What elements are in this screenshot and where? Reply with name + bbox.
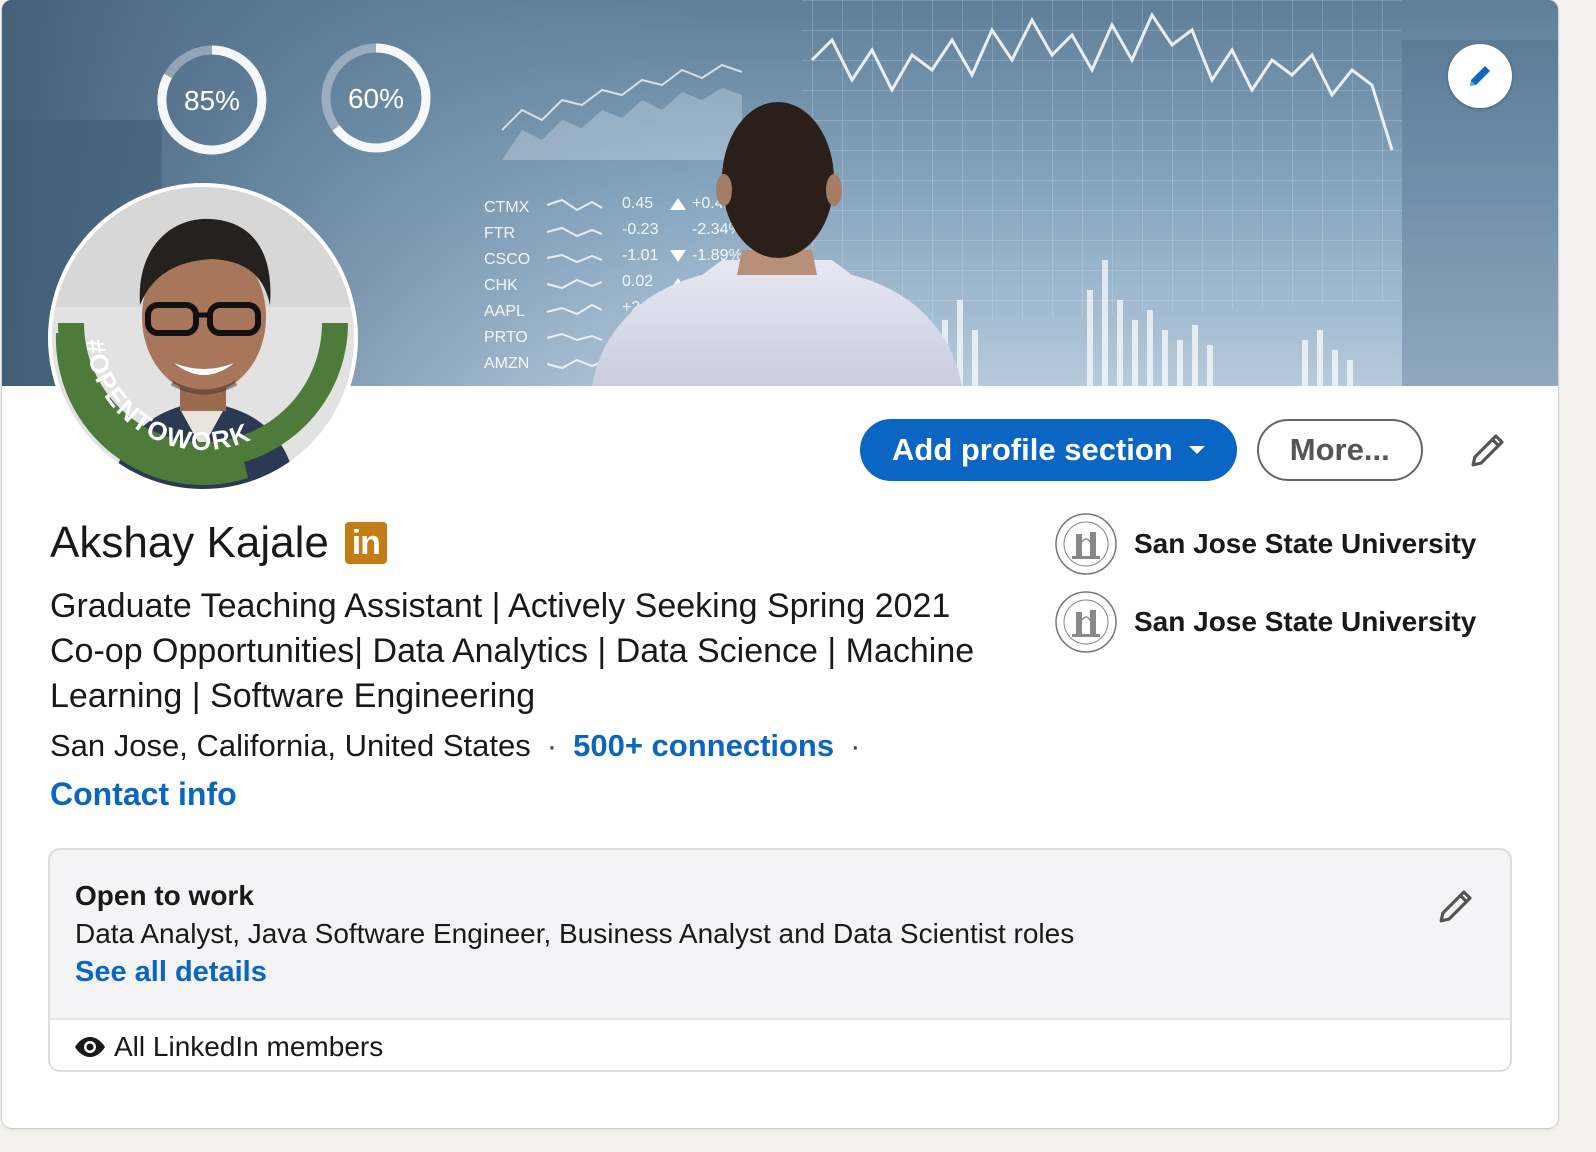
visibility-label: All LinkedIn members: [114, 1031, 384, 1062]
ticker: CHK: [484, 277, 518, 294]
dial-label-1: 85%: [184, 85, 240, 116]
edit-open-to-work-button[interactable]: [1432, 882, 1480, 930]
separator-dot: ·: [850, 728, 861, 763]
contact-info-link[interactable]: Contact info: [50, 776, 237, 813]
ticker: CSCO: [484, 251, 530, 268]
add-profile-section-button[interactable]: Add profile section: [860, 419, 1237, 481]
quote: 0.02: [622, 273, 653, 290]
profile-actions: Add profile section More...: [860, 418, 1423, 482]
pencil-icon: [1439, 890, 1472, 923]
more-button[interactable]: More...: [1256, 419, 1423, 481]
open-to-work-title: Open to work: [75, 880, 254, 911]
profile-headline: Graduate Teaching Assistant | Actively S…: [50, 587, 975, 715]
visibility-row: All LinkedIn members: [50, 1018, 1510, 1070]
ticker: AAPL: [484, 303, 525, 320]
linkedin-badge-icon[interactable]: in: [344, 522, 387, 564]
name-row: Akshay Kajale in: [50, 518, 387, 568]
profile-location: San Jose, California, United States: [50, 728, 531, 763]
ticker: PRTO: [484, 329, 528, 346]
pencil-icon: [1470, 66, 1490, 86]
separator-dot: ·: [546, 728, 558, 763]
edit-intro-button[interactable]: [1464, 426, 1512, 474]
location-row: San Jose, California, United States · 50…: [50, 728, 876, 764]
connections-link[interactable]: 500+ connections: [573, 728, 834, 764]
quote: 0.45: [622, 195, 653, 212]
quote: -1.01: [622, 247, 659, 264]
profile-card: 85% 60% CTMX FTR CSCO CHK AAPL PRTO AMZN…: [2, 0, 1558, 1128]
education-name: San Jose State University: [1134, 528, 1477, 559]
open-to-work-roles: Data Analyst, Java Software Engineer, Bu…: [75, 918, 1075, 949]
edit-banner-button[interactable]: [1448, 44, 1512, 108]
ticker: CTMX: [484, 199, 530, 216]
university-seal-icon: [1055, 513, 1117, 575]
add-profile-section-label: Add profile section: [892, 432, 1173, 467]
quote: -0.23: [622, 221, 659, 238]
eye-icon: [75, 1037, 105, 1057]
profile-name: Akshay Kajale: [50, 518, 329, 567]
open-to-work-card: Open to work Data Analyst, Java Software…: [48, 848, 1512, 1072]
university-seal-icon: [1055, 591, 1117, 653]
education-name: San Jose State University: [1134, 606, 1477, 637]
caret-down-icon: [1188, 446, 1205, 454]
ticker: AMZN: [484, 355, 529, 372]
education-item[interactable]: San Jose State University: [1054, 590, 1476, 654]
pencil-icon: [1471, 434, 1504, 467]
see-all-details-link[interactable]: See all details: [75, 956, 267, 989]
ticker: FTR: [484, 225, 515, 242]
dial-label-2: 60%: [348, 83, 404, 114]
education-item[interactable]: San Jose State University: [1054, 512, 1476, 576]
profile-photo[interactable]: #OPENTOWORK: [48, 183, 368, 493]
opentowork-frame: #OPENTOWORK: [55, 323, 348, 486]
